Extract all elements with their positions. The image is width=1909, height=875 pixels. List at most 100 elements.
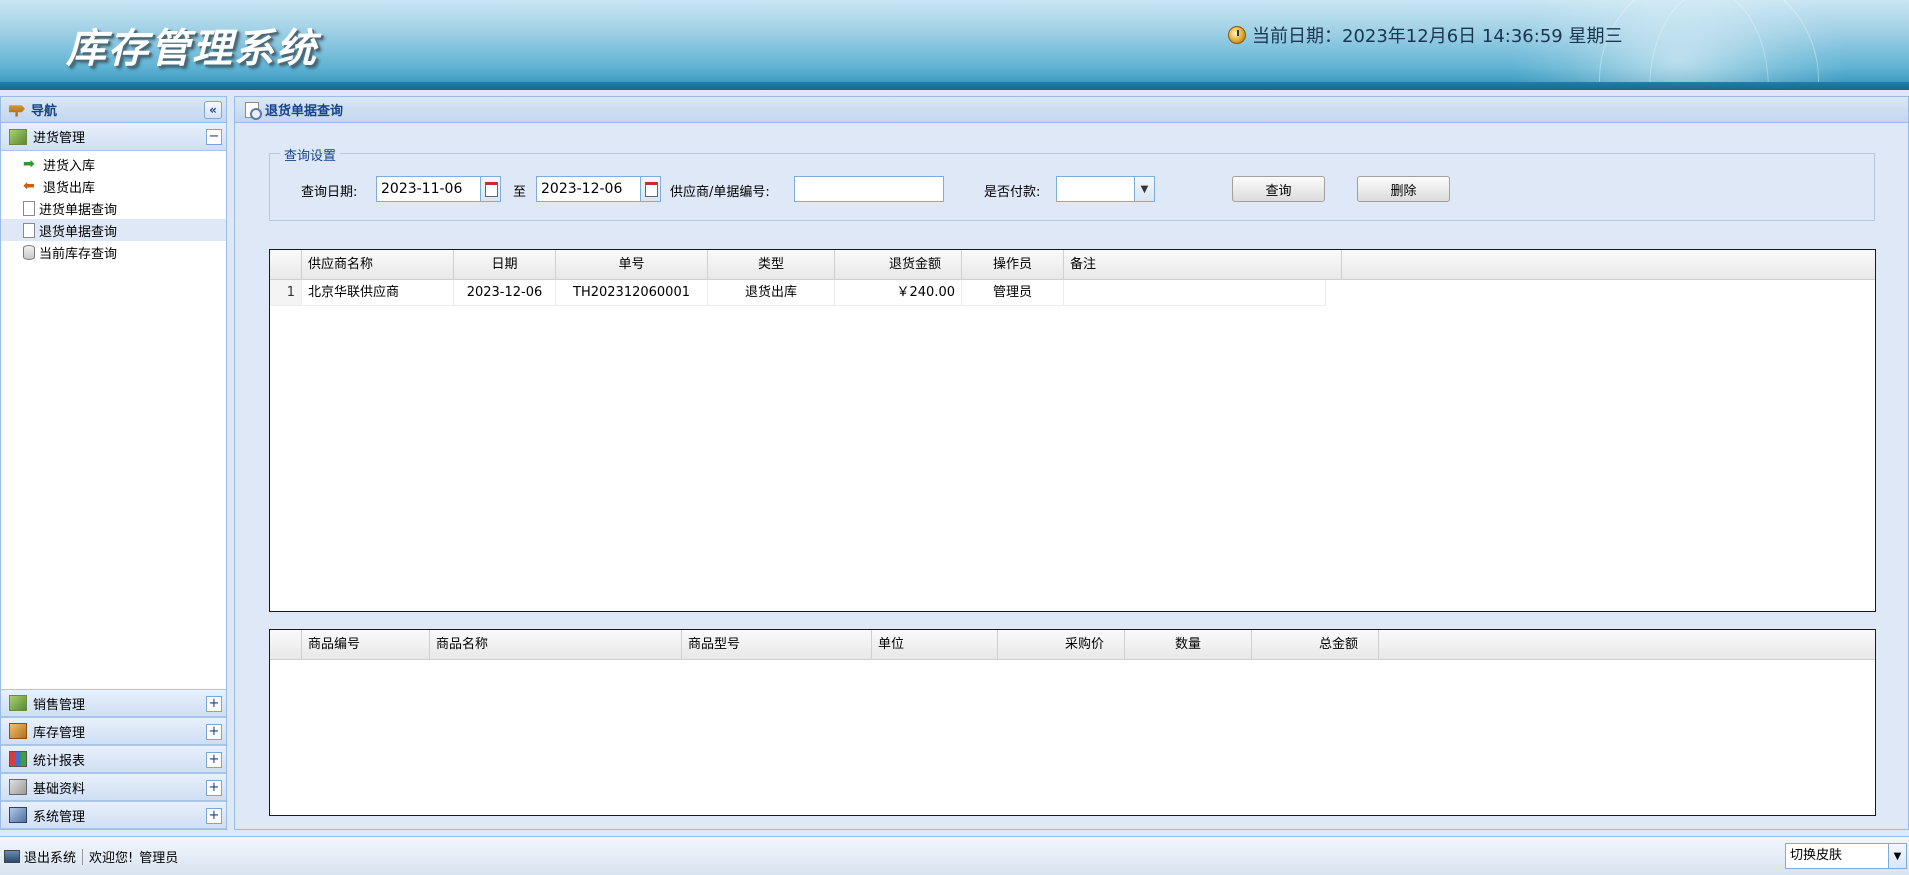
cell-date: 2023-12-06 [454,280,556,306]
calendar-icon[interactable] [640,177,660,201]
welcome-text: 欢迎您! [89,851,134,866]
return-orders-grid: 供应商名称 日期 单号 类型 退货金额 操作员 备注 1 北京华联供应商 202… [269,249,1876,612]
sidebar-header: 导航 « [1,97,226,123]
arrow-in-icon: ➡ [23,156,35,172]
column-header-operator[interactable]: 操作员 [962,250,1064,280]
column-header-remark[interactable]: 备注 [1064,250,1342,280]
computer-icon [9,807,27,823]
sidebar-item-label: 进货入库 [43,158,96,174]
column-header-quantity[interactable]: 数量 [1125,630,1252,660]
sidebar-group-system[interactable]: 系统管理 + [1,801,226,829]
app-title: 库存管理系统 [66,26,318,72]
sidebar-group-label: 统计报表 [33,753,86,769]
sidebar-collapsed-groups: 销售管理 + 库存管理 + 统计报表 + 基础资料 + 系统管理 + [1,689,226,829]
column-header-purchase-price[interactable]: 采购价 [998,630,1125,660]
sidebar-item-label: 退货出库 [43,180,96,196]
sidebar-item-label: 当前库存查询 [39,246,118,262]
query-button[interactable]: 查询 [1232,176,1325,202]
chevron-down-icon[interactable]: ▼ [1134,177,1154,201]
column-header-number[interactable]: 单号 [556,250,708,280]
group-expand-toggle[interactable]: + [206,780,222,796]
datetime-text: 当前日期：2023年12月6日 14:36:59 星期三 [1252,26,1623,47]
paid-select[interactable]: ▼ [1056,176,1155,202]
sidebar-group-label: 基础资料 [33,781,86,797]
column-header-product-model[interactable]: 商品型号 [682,630,872,660]
sidebar-group-label: 进货管理 [33,131,86,146]
current-user: 管理员 [139,851,179,866]
main-panel: 退货单据查询 查询设置 查询日期: 2023-11-06 至 2023-12-0… [234,96,1909,830]
sidebar-item-purchase-in[interactable]: ➡ 进货入库 [1,153,226,175]
column-header-date[interactable]: 日期 [454,250,556,280]
column-header-product-name[interactable]: 商品名称 [430,630,682,660]
query-settings-legend: 查询设置 [280,145,341,164]
skin-switch-select[interactable]: 切换皮肤 ▼ [1785,843,1907,869]
table-row[interactable]: 1 北京华联供应商 2023-12-06 TH202312060001 退货出库… [270,280,1875,306]
column-header-supplier[interactable]: 供应商名称 [302,250,454,280]
column-header-product-code[interactable]: 商品编号 [302,630,430,660]
date-label: 查询日期: [301,185,358,200]
group-expand-toggle[interactable]: + [206,808,222,824]
to-label: 至 [513,185,527,200]
purchase-tree: ➡ 进货入库 ⬅ 退货出库 进货单据查询 退货单据查询 当前库存查询 [1,151,226,265]
supplier-label: 供应商/单据编号: [670,185,770,200]
sidebar-collapse-button[interactable]: « [204,101,222,119]
group-expand-toggle[interactable]: + [206,696,222,712]
status-separator [82,848,84,865]
arrow-out-icon: ⬅ [23,178,35,194]
date-from-value: 2023-11-06 [381,181,463,197]
document-search-icon [23,222,35,238]
group-expand-toggle[interactable]: + [206,724,222,740]
query-settings-fieldset: 查询设置 查询日期: 2023-11-06 至 2023-12-06 供应商/单… [269,145,1875,221]
sidebar-item-return-out[interactable]: ⬅ 退货出库 [1,175,226,197]
sidebar-item-return-query[interactable]: 退货单据查询 [1,219,226,241]
sidebar-group-label: 系统管理 [33,809,86,825]
column-header-type[interactable]: 类型 [708,250,835,280]
paid-label: 是否付款: [984,185,1041,200]
query-row: 查询日期: 2023-11-06 至 2023-12-06 供应商/单据编号: … [270,176,1874,204]
column-header-amount[interactable]: 退货金额 [835,250,962,280]
grid-header: 商品编号 商品名称 商品型号 单位 采购价 数量 总金额 [270,630,1875,660]
cell-number: TH202312060001 [556,280,708,306]
cell-amount: ￥240.00 [835,280,962,306]
skin-switch-label: 切换皮肤 [1790,848,1843,863]
column-header-unit[interactable]: 单位 [872,630,998,660]
group-expand-toggle[interactable]: + [206,752,222,768]
group-collapse-toggle[interactable]: − [206,129,222,145]
sidebar-group-sales[interactable]: 销售管理 + [1,689,226,717]
grid-header: 供应商名称 日期 单号 类型 退货金额 操作员 备注 [270,250,1875,280]
current-datetime: 当前日期：2023年12月6日 14:36:59 星期三 [1228,22,1622,48]
column-header-total-amount[interactable]: 总金额 [1252,630,1379,660]
cell-operator: 管理员 [962,280,1064,306]
sidebar-group-purchase[interactable]: 进货管理 − [1,123,226,151]
sidebar-group-inventory[interactable]: 库存管理 + [1,717,226,745]
date-to-field[interactable]: 2023-12-06 [536,176,661,202]
cell-remark [1064,280,1326,306]
document-search-icon [23,200,35,216]
purchase-group-icon [9,128,27,145]
row-number-header [270,630,302,660]
sidebar-item-label: 退货单据查询 [39,224,118,240]
sidebar-group-label: 销售管理 [33,697,86,713]
basic-data-icon [9,779,27,795]
row-number-header [270,250,302,280]
clock-icon [1228,26,1246,44]
sales-group-icon [9,695,27,711]
delete-button[interactable]: 删除 [1357,176,1450,202]
calendar-icon[interactable] [480,177,500,201]
sidebar-group-reports[interactable]: 统计报表 + [1,745,226,773]
inventory-group-icon [9,723,27,739]
sidebar-item-purchase-query[interactable]: 进货单据查询 [1,197,226,219]
chevron-down-icon[interactable]: ▼ [1888,844,1906,868]
header-bottom-band [0,82,1909,90]
logout-link[interactable]: 退出系统 [24,847,76,866]
page-title: 退货单据查询 [265,104,344,119]
supplier-number-input[interactable] [794,176,944,202]
cell-type: 退货出库 [708,280,835,306]
return-items-grid: 商品编号 商品名称 商品型号 单位 采购价 数量 总金额 [269,629,1876,816]
date-from-field[interactable]: 2023-11-06 [376,176,501,202]
sidebar-group-label: 库存管理 [33,725,86,741]
status-left: 退出系统 欢迎您! 管理员 [4,847,178,866]
monitor-icon [4,850,20,863]
sidebar-group-basic-data[interactable]: 基础资料 + [1,773,226,801]
sidebar-item-stock-query[interactable]: 当前库存查询 [1,241,226,263]
